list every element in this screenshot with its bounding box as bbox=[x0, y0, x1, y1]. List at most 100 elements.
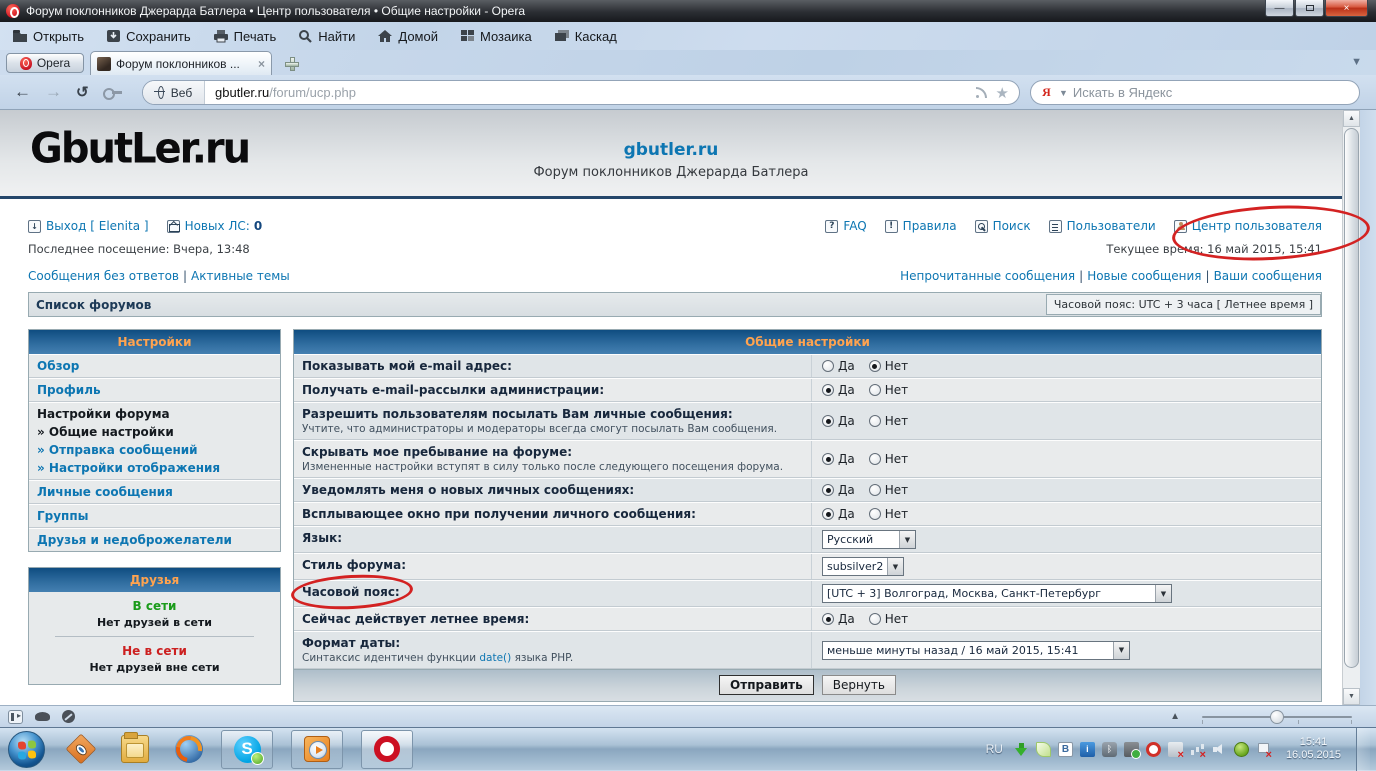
radio-yes[interactable] bbox=[822, 415, 834, 427]
start-button[interactable] bbox=[8, 731, 45, 768]
members-link[interactable]: Пользователи bbox=[1067, 219, 1156, 233]
zoom-slider-handle[interactable] bbox=[1270, 710, 1284, 724]
power-status-icon[interactable] bbox=[1168, 742, 1183, 757]
bookmark-star-icon[interactable]: ★ bbox=[996, 84, 1009, 102]
your-messages-link[interactable]: Ваши сообщения bbox=[1214, 269, 1322, 283]
volume-icon[interactable] bbox=[1212, 742, 1227, 757]
forum-list-link[interactable]: Список форумов bbox=[36, 298, 151, 312]
radio-yes[interactable] bbox=[822, 360, 834, 372]
vk-tray-icon[interactable]: B bbox=[1058, 742, 1073, 757]
image-viewer-icon[interactable] bbox=[66, 734, 97, 765]
close-button[interactable]: × bbox=[1325, 0, 1368, 17]
bluetooth-icon[interactable]: ᛒ bbox=[1102, 742, 1117, 757]
leaf-tray-icon[interactable] bbox=[1036, 742, 1051, 757]
search-field[interactable]: Я ▼ bbox=[1030, 80, 1360, 105]
sidebar-item-display[interactable]: » Настройки отображения bbox=[37, 461, 272, 475]
unanswered-link[interactable]: Сообщения без ответов bbox=[28, 269, 179, 283]
rss-icon[interactable] bbox=[975, 86, 988, 99]
url-field[interactable]: Веб gbutler.ru/forum/ucp.php ★ bbox=[142, 80, 1020, 105]
timezone-select[interactable]: [UTC + 3] Волгоград, Москва, Санкт-Петер… bbox=[822, 584, 1172, 603]
sidebar-item-profile[interactable]: Профиль bbox=[29, 378, 280, 402]
download-manager-icon[interactable] bbox=[1014, 742, 1029, 757]
explorer-icon[interactable] bbox=[121, 735, 149, 763]
radio-yes[interactable] bbox=[822, 384, 834, 396]
security-badge[interactable]: Веб bbox=[143, 81, 205, 104]
new-pm-link[interactable]: Новых ЛС: bbox=[185, 219, 250, 233]
unread-messages-link[interactable]: Непрочитанные сообщения bbox=[900, 269, 1075, 283]
radio-no[interactable] bbox=[869, 384, 881, 396]
taskbar-clock[interactable]: 15:41 16.05.2015 bbox=[1286, 736, 1341, 762]
scrollbar-thumb[interactable] bbox=[1344, 128, 1359, 668]
logout-link[interactable]: Выход [ Elenita ] bbox=[46, 219, 149, 233]
site-home-link[interactable]: gbutler.ru bbox=[624, 140, 719, 160]
network-status-icon[interactable] bbox=[1190, 742, 1205, 757]
reload-button[interactable]: ↺ bbox=[76, 83, 89, 101]
sidebar-item-overview[interactable]: Обзор bbox=[29, 354, 280, 378]
tab-close-icon[interactable]: × bbox=[258, 57, 265, 71]
sync-cloud-icon[interactable] bbox=[35, 712, 50, 721]
opera-taskbar-button[interactable] bbox=[361, 730, 413, 769]
language-indicator[interactable]: RU bbox=[986, 742, 1003, 756]
reset-button[interactable]: Вернуть bbox=[822, 675, 896, 695]
usb-device-icon[interactable] bbox=[1124, 742, 1139, 757]
sidebar-item-global-settings[interactable]: » Общие настройки bbox=[37, 425, 272, 439]
radio-no[interactable] bbox=[869, 360, 881, 372]
radio-no[interactable] bbox=[869, 415, 881, 427]
home-button[interactable]: Домой bbox=[377, 29, 438, 44]
new-messages-link[interactable]: Новые сообщения bbox=[1087, 269, 1201, 283]
date-function-link[interactable]: date() bbox=[479, 652, 511, 664]
back-button[interactable]: ← bbox=[14, 82, 31, 102]
print-button[interactable]: Печать bbox=[213, 29, 277, 44]
scroll-up-icon[interactable]: ▲ bbox=[1343, 110, 1360, 127]
show-desktop-button[interactable] bbox=[1356, 728, 1370, 771]
radio-no[interactable] bbox=[869, 453, 881, 465]
zoom-slider[interactable] bbox=[1202, 710, 1352, 724]
submit-button[interactable]: Отправить bbox=[719, 675, 814, 695]
cascade-windows-button[interactable]: Каскад bbox=[554, 29, 617, 44]
vertical-scrollbar[interactable]: ▲ ▼ bbox=[1342, 110, 1360, 705]
radio-no[interactable] bbox=[869, 613, 881, 625]
radio-no[interactable] bbox=[869, 484, 881, 496]
search-input[interactable] bbox=[1073, 85, 1351, 100]
firefox-icon[interactable] bbox=[175, 735, 203, 763]
sidebar-item-groups[interactable]: Группы bbox=[29, 504, 280, 528]
tab-active[interactable]: Форум поклонников ... × bbox=[90, 51, 272, 75]
style-select[interactable]: subsilver2▼ bbox=[822, 557, 904, 576]
save-button[interactable]: Сохранить bbox=[106, 29, 191, 44]
turbo-icon[interactable] bbox=[62, 710, 75, 723]
media-player-taskbar-button[interactable] bbox=[291, 730, 343, 769]
action-center-icon[interactable] bbox=[1256, 742, 1271, 757]
scroll-down-icon[interactable]: ▼ bbox=[1343, 688, 1360, 705]
forum-search-link[interactable]: Поиск bbox=[993, 219, 1031, 233]
rules-link[interactable]: Правила bbox=[903, 219, 957, 233]
new-tab-button[interactable] bbox=[282, 55, 300, 71]
radio-no[interactable] bbox=[869, 508, 881, 520]
panels-toggle-button[interactable] bbox=[8, 710, 23, 724]
minimize-button[interactable]: — bbox=[1265, 0, 1294, 17]
radio-yes[interactable] bbox=[822, 453, 834, 465]
skype-taskbar-button[interactable]: S bbox=[221, 730, 273, 769]
search-engine-chevron-icon[interactable]: ▼ bbox=[1059, 88, 1068, 98]
find-button[interactable]: Найти bbox=[298, 29, 355, 44]
tab-overflow-chevron-icon[interactable]: ▼ bbox=[1351, 56, 1362, 68]
maximize-button[interactable] bbox=[1295, 0, 1324, 17]
messenger-tray-icon[interactable]: i bbox=[1080, 742, 1095, 757]
password-key-icon[interactable] bbox=[103, 87, 123, 97]
opera-tray-icon[interactable] bbox=[1146, 742, 1161, 757]
tile-windows-button[interactable]: Мозаика bbox=[460, 29, 532, 44]
active-topics-link[interactable]: Активные темы bbox=[191, 269, 290, 283]
sidebar-item-friends-foes[interactable]: Друзья и недоброжелатели bbox=[29, 528, 280, 551]
fit-to-width-button[interactable]: ▲ bbox=[1170, 711, 1180, 722]
forward-button[interactable]: → bbox=[45, 82, 62, 102]
radio-yes[interactable] bbox=[822, 613, 834, 625]
site-logo[interactable]: GbutLer.ru bbox=[30, 125, 249, 173]
radio-yes[interactable] bbox=[822, 484, 834, 496]
date-format-select[interactable]: меньше минуты назад / 16 май 2015, 15:41… bbox=[822, 641, 1130, 660]
language-select[interactable]: Русский▼ bbox=[822, 530, 916, 549]
radio-yes[interactable] bbox=[822, 508, 834, 520]
sidebar-item-posting[interactable]: » Отправка сообщений bbox=[37, 443, 272, 457]
faq-link[interactable]: FAQ bbox=[843, 219, 866, 233]
sidebar-item-private-messages[interactable]: Личные сообщения bbox=[29, 480, 280, 504]
opera-menu-button[interactable]: Opera bbox=[6, 53, 84, 73]
antivirus-icon[interactable] bbox=[1234, 742, 1249, 757]
